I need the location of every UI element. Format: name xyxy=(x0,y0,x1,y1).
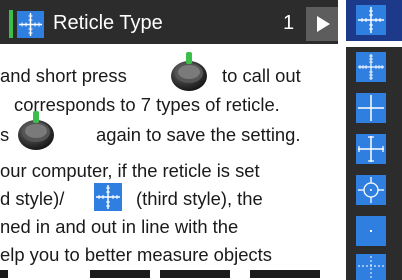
instruction-line-6: ned in and out in line with the xyxy=(0,216,239,238)
crosshair-icon xyxy=(356,93,386,123)
instruction-line-5: d style)/ xyxy=(0,188,65,210)
instruction-line-8-cut xyxy=(0,270,330,280)
ticked-crosshair-icon xyxy=(356,5,386,35)
dotted-crosshair-icon xyxy=(356,254,386,280)
selection-marker xyxy=(9,10,13,38)
play-triangle-icon xyxy=(317,16,330,32)
menu-value: 1 xyxy=(283,12,295,34)
instruction-line-1: and short press xyxy=(0,65,127,87)
reticle-option-5[interactable] xyxy=(346,170,402,211)
reticle-option-1[interactable] xyxy=(346,0,402,41)
crosshair-ends-icon xyxy=(356,134,386,164)
reticle-option-6[interactable] xyxy=(346,211,402,252)
menu-title: Reticle Type xyxy=(53,12,163,34)
dense-ticked-crosshair-icon xyxy=(356,52,386,82)
instruction-line-4: our computer, if the reticle is set xyxy=(0,160,260,182)
reticle-option-3[interactable] xyxy=(346,88,402,129)
reticle-style-1-icon xyxy=(17,11,44,38)
manual-page: and short press to call out corresponds … xyxy=(0,0,402,280)
reticle-options-column xyxy=(346,0,402,280)
reticle-option-4[interactable] xyxy=(346,129,402,170)
instruction-line-3: s xyxy=(0,124,10,146)
reticle-option-2[interactable] xyxy=(346,47,402,88)
instruction-line-1-tail: to call out xyxy=(222,65,301,87)
instruction-line-5-tail: (third style), the xyxy=(136,188,263,210)
center-dot-icon xyxy=(356,216,386,246)
reticle-third-style-icon xyxy=(94,183,122,211)
next-button[interactable] xyxy=(306,7,338,41)
menu-title-bar[interactable]: Reticle Type 1 xyxy=(0,0,338,44)
instruction-line-3-tail: again to save the setting. xyxy=(96,124,301,146)
reticle-option-7[interactable] xyxy=(346,249,402,280)
circle-crosshair-icon xyxy=(356,175,386,205)
instruction-line-7: elp you to better measure objects xyxy=(0,244,272,266)
knob-button-icon-2 xyxy=(18,111,54,150)
knob-button-icon xyxy=(171,52,207,91)
